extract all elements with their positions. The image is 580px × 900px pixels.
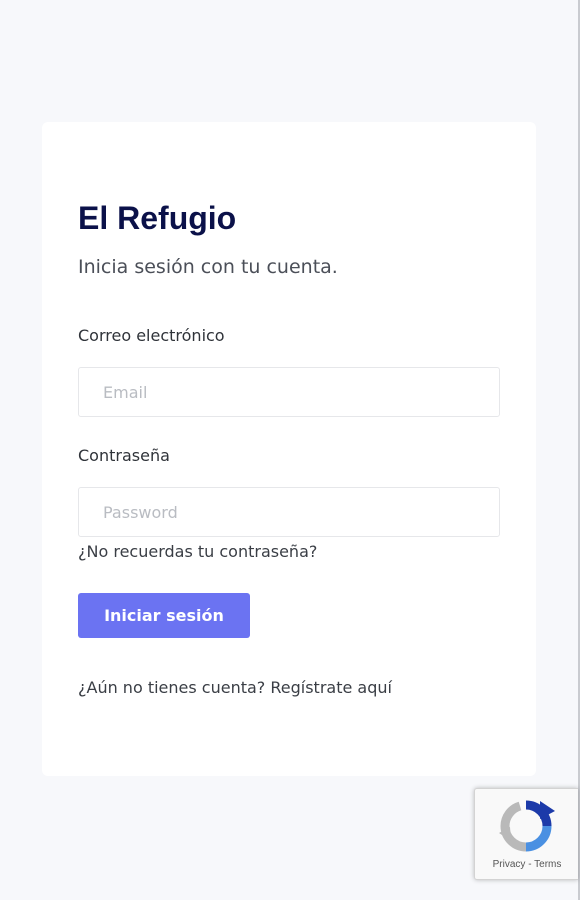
forgot-password-link[interactable]: ¿No recuerdas tu contraseña? [78,542,317,561]
terms-link[interactable]: Terms [534,859,561,870]
recaptcha-links: Privacy - Terms [475,859,579,870]
privacy-link[interactable]: Privacy [493,859,526,870]
links-separator: - [525,859,535,870]
password-label: Contraseña [78,446,170,465]
register-link[interactable]: ¿Aún no tienes cuenta? Regístrate aquí [78,678,392,697]
login-subtitle: Inicia sesión con tu cuenta. [78,256,338,278]
login-button[interactable]: Iniciar sesión [78,593,250,638]
password-field[interactable] [78,487,500,537]
recaptcha-logo-icon [499,800,555,852]
email-field[interactable] [78,367,500,417]
login-card: El Refugio Inicia sesión con tu cuenta. … [42,122,536,776]
email-label: Correo electrónico [78,326,225,345]
recaptcha-badge[interactable]: Privacy - Terms [474,788,578,880]
brand-title: El Refugio [78,200,237,236]
